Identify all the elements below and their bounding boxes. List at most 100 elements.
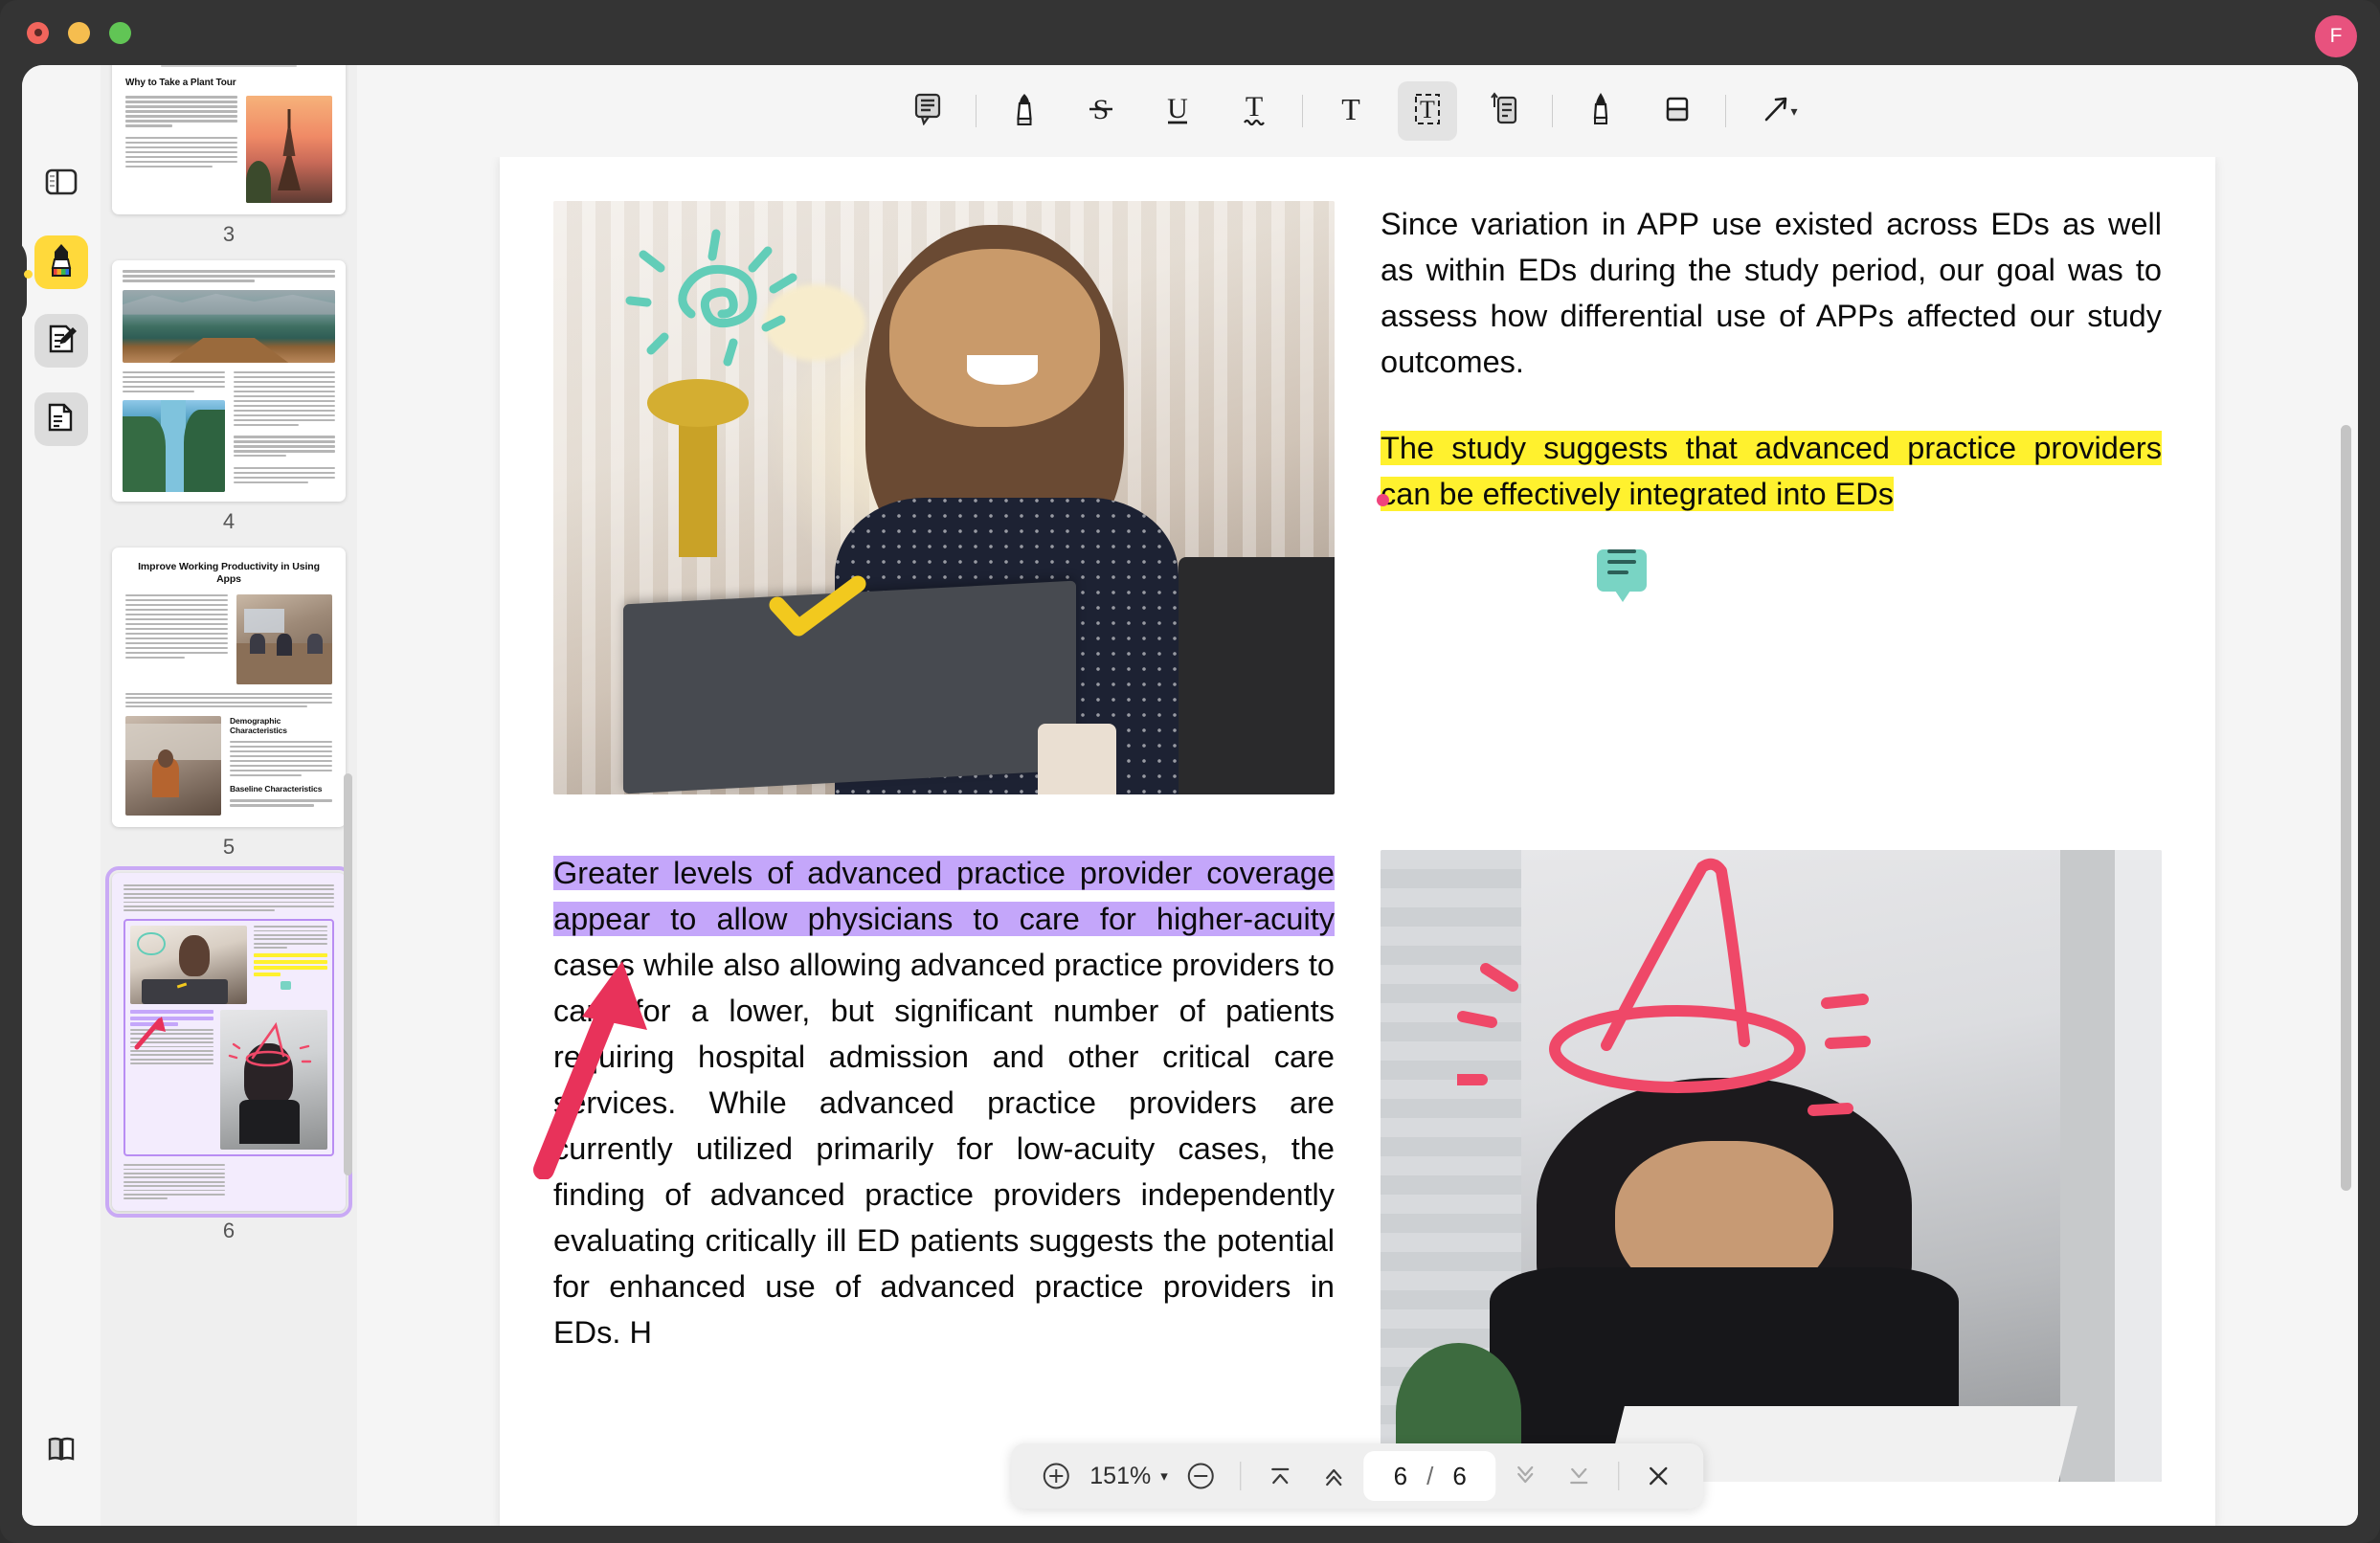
double-chevron-up-icon	[1326, 1468, 1342, 1487]
chevron-down-icon: ▾	[1160, 1468, 1168, 1485]
chevron-down-line-icon	[1570, 1467, 1588, 1485]
thumbnail-card[interactable]: Why to Take a Plant Tour	[112, 65, 346, 215]
highlight-marker-dot[interactable]	[1377, 494, 1389, 506]
avatar[interactable]: F	[2315, 15, 2357, 57]
squiggly-underline-icon: T	[1240, 90, 1269, 133]
zoom-level-value: 151%	[1089, 1462, 1152, 1489]
close-pager-button[interactable]	[1635, 1452, 1683, 1500]
current-page-value: 6	[1393, 1461, 1408, 1490]
purple-highlight[interactable]: Greater levels of advanced practice prov…	[553, 856, 1335, 936]
thumbnail-page-3[interactable]: Why to Take a Plant Tour 3	[112, 65, 346, 247]
strikethrough-button[interactable]: S	[1071, 81, 1131, 141]
yellow-highlight[interactable]: The study suggests that advanced practic…	[1381, 431, 2162, 511]
thumbnail-page-number: 6	[222, 1219, 236, 1243]
maximize-window-button[interactable]	[109, 21, 131, 44]
plus-circle-icon	[1043, 1463, 1069, 1489]
toolbar-separator-3	[1552, 95, 1553, 127]
note-comment-icon	[913, 93, 942, 130]
pdf-page[interactable]: Since variation in APP use existed acros…	[500, 157, 2215, 1526]
text-button[interactable]: T	[1321, 81, 1381, 141]
thumbnail-page-6[interactable]: 6	[105, 866, 352, 1243]
thumbnail-photo-desk	[125, 716, 221, 816]
sidebar-item-annotate-tool[interactable]	[34, 314, 88, 368]
thumbnail-card[interactable]	[112, 260, 346, 503]
thumbnail-page-number: 5	[222, 835, 236, 860]
last-page-button[interactable]	[1556, 1452, 1604, 1500]
eraser-button[interactable]	[1648, 81, 1707, 141]
close-window-button[interactable]	[27, 21, 49, 44]
paragraph-body-rest: cases while also allowing advanced pract…	[553, 948, 1335, 1350]
thumbnail-photo-woman-laptop	[130, 926, 247, 1005]
title-bar: F	[0, 0, 2380, 65]
svg-text:U: U	[1167, 93, 1188, 124]
photo-woman-desk	[1381, 850, 2162, 1482]
document-scrollbar[interactable]	[2341, 425, 2351, 1191]
double-chevron-down-icon	[1517, 1465, 1534, 1484]
toolbar-separator-2	[1302, 95, 1303, 127]
underline-u-icon: U	[1163, 91, 1192, 132]
photo-woman-laptop	[553, 201, 1335, 794]
thumbnail-panel[interactable]: Why to Take a Plant Tour 3 4 Improve Wor…	[101, 65, 357, 1526]
thumbnail-page-4[interactable]: 4	[112, 260, 346, 534]
chevron-down-icon: ▾	[1790, 102, 1798, 119]
panel-toggle-icon	[45, 168, 78, 201]
thumbnail-photo-tropical	[123, 400, 225, 493]
svg-text:T: T	[1341, 92, 1360, 126]
minimize-window-button[interactable]	[68, 21, 90, 44]
toolbar-separator-1	[976, 95, 977, 127]
close-icon	[1650, 1466, 1668, 1486]
text-box-icon: T	[1411, 92, 1444, 131]
book-open-icon	[46, 1434, 77, 1469]
arrow-line-icon	[1763, 96, 1788, 127]
total-pages-value: 6	[1452, 1461, 1467, 1490]
squiggly-button[interactable]: T	[1224, 81, 1284, 141]
thumbnail-page-5[interactable]: Improve Working Productivity in Using Ap…	[112, 548, 346, 860]
highlight-button[interactable]	[995, 81, 1054, 141]
thumbnail-title: Why to Take a Plant Tour	[125, 78, 236, 89]
zoom-out-button[interactable]	[1178, 1452, 1225, 1500]
comment-pin[interactable]	[1597, 549, 1647, 602]
thumbnail-viewport-indicator	[123, 919, 334, 1157]
pen-button[interactable]	[1571, 81, 1630, 141]
annotation-toolbar: S U T T T ▾	[357, 65, 2358, 157]
highlighter-pen-icon	[1012, 92, 1037, 131]
first-page-button[interactable]	[1257, 1452, 1305, 1500]
sticky-note-button[interactable]	[898, 81, 957, 141]
next-page-button[interactable]	[1502, 1452, 1550, 1500]
page-number-input[interactable]: 6 / 6	[1363, 1451, 1496, 1501]
thumbnail-page-number: 4	[222, 509, 236, 534]
thumbnail-page-number: 3	[222, 222, 236, 247]
note-list-icon	[1489, 91, 1519, 131]
thumbnail-scrollbar[interactable]	[344, 773, 352, 1175]
thumbnail-title: Improve Working Productivity in Using Ap…	[138, 561, 320, 586]
thumbnail-card[interactable]: Improve Working Productivity in Using Ap…	[112, 548, 346, 828]
page-grid: Since variation in APP use existed acros…	[533, 201, 2162, 1482]
previous-page-button[interactable]	[1311, 1452, 1358, 1500]
zoom-in-button[interactable]	[1032, 1452, 1080, 1500]
comment-pin-line	[1607, 549, 1636, 553]
sidebar-item-page-organize-tool[interactable]	[34, 392, 88, 446]
chevron-up-line-icon	[1271, 1467, 1290, 1485]
edit-document-icon	[44, 322, 79, 361]
strikethrough-s-icon: S	[1087, 91, 1115, 132]
shapes-button[interactable]: ▾	[1744, 81, 1817, 141]
rail-active-dot	[24, 270, 33, 279]
sidebar-item-reading-view[interactable]	[34, 1424, 88, 1478]
document-scroll-area[interactable]: Since variation in APP use existed acros…	[357, 157, 2358, 1526]
thumbnail-photo-eiffel	[246, 96, 332, 204]
toolbar-separator-4	[1725, 95, 1726, 127]
underline-button[interactable]: U	[1148, 81, 1207, 141]
sidebar-item-toggle-sidebar[interactable]	[34, 157, 88, 211]
page-navigation-toolbar: 151% ▾ 6 / 6	[1011, 1443, 1704, 1509]
text-box-button[interactable]: T	[1398, 81, 1457, 141]
note-list-button[interactable]	[1474, 81, 1534, 141]
paragraph-intro: Since variation in APP use existed acros…	[1381, 207, 2162, 379]
sidebar-item-highlighter-tool[interactable]	[34, 235, 88, 289]
pen-icon	[1589, 91, 1612, 132]
paragraph-highlighted-yellow: The study suggests that advanced practic…	[1381, 425, 2162, 517]
left-column-body: Greater levels of advanced practice prov…	[533, 850, 1335, 1482]
right-column: Since variation in APP use existed acros…	[1377, 201, 2162, 794]
thumbnail-card[interactable]	[105, 866, 352, 1219]
comment-pin-line	[1607, 570, 1628, 574]
zoom-level-dropdown[interactable]: 151% ▾	[1086, 1463, 1171, 1490]
